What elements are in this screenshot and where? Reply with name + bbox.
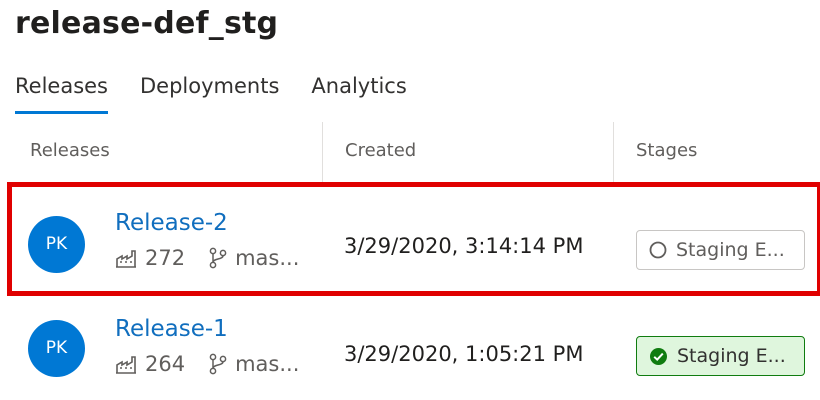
release-link[interactable]: Release-2 (115, 210, 228, 236)
table-row[interactable]: PK Release-1 264 mas... 3/29/2020, 1:05:… (0, 300, 820, 400)
column-header-releases[interactable]: Releases (30, 122, 110, 182)
column-header-created[interactable]: Created (345, 122, 416, 182)
stage-pill[interactable]: Staging E... (636, 336, 805, 376)
stage-pill[interactable]: Staging E... (636, 230, 805, 270)
build-number: 264 (145, 352, 186, 376)
tab-releases[interactable]: Releases (15, 72, 108, 114)
avatar: PK (28, 320, 85, 377)
build-number: 272 (145, 246, 186, 270)
release-link[interactable]: Release-1 (115, 316, 228, 342)
page-title: release-def_stg (15, 6, 279, 41)
branch-icon (209, 353, 227, 375)
stage-name: Staging E... (676, 239, 785, 261)
column-header-stages[interactable]: Stages (636, 122, 697, 182)
empty-circle-icon (649, 241, 667, 259)
created-date: 3/29/2020, 3:14:14 PM (344, 234, 584, 258)
check-circle-icon (650, 347, 667, 365)
table-row[interactable]: PK Release-2 272 mas... 3/29/2020, 3:14:… (0, 190, 820, 290)
stage-name: Staging E... (677, 345, 786, 367)
column-divider[interactable] (613, 122, 614, 182)
build-artifact-icon (116, 356, 136, 374)
created-date: 3/29/2020, 1:05:21 PM (344, 342, 584, 366)
release-meta: 264 mas... (115, 352, 299, 376)
tab-deployments[interactable]: Deployments (140, 72, 279, 114)
branch-name: mas... (235, 246, 300, 270)
release-meta: 272 mas... (115, 246, 299, 270)
build-artifact-icon (116, 250, 136, 268)
branch-icon (209, 247, 227, 269)
tab-bar: Releases Deployments Analytics (15, 72, 439, 114)
avatar: PK (28, 216, 85, 273)
branch-name: mas... (235, 352, 300, 376)
table-header: Releases Created Stages (0, 122, 820, 182)
tab-analytics[interactable]: Analytics (311, 72, 406, 114)
column-divider[interactable] (322, 122, 323, 182)
